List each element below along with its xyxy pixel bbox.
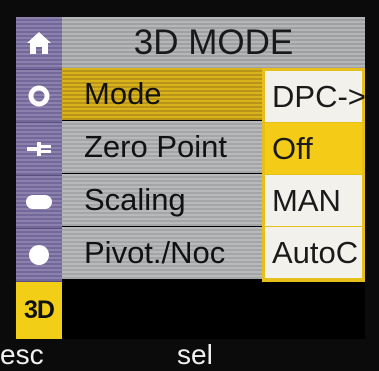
menu-item-scaling[interactable]: Scaling — [62, 174, 262, 226]
dropdown-option-label: AutoC — [272, 234, 359, 270]
sidebar-item-home[interactable] — [16, 17, 62, 69]
softkey-sel[interactable]: sel — [177, 339, 213, 371]
sphere-icon — [26, 242, 52, 268]
dropdown-option-man[interactable]: MAN — [265, 175, 362, 226]
mode-dropdown: DPC-> Off MAN AutoC — [262, 68, 366, 282]
menu-item-label: Pivot./Noc — [84, 235, 226, 270]
device-screen: 3D 3D MODE Mode Zero Point Scaling Pivot… — [16, 17, 366, 339]
sidebar-item-3d[interactable]: 3D — [16, 282, 62, 339]
softkey-esc[interactable]: esc — [0, 339, 44, 371]
dropdown-option-off[interactable]: Off — [265, 123, 362, 174]
sidebar-item-sphere[interactable] — [16, 229, 62, 281]
dropdown-option-autoc[interactable]: AutoC — [265, 227, 362, 278]
circle-icon — [27, 84, 51, 108]
dropdown-option-label: MAN — [272, 182, 341, 218]
softkey-bar: esc sel — [0, 339, 379, 371]
dropdown-option-dpc[interactable]: DPC-> — [265, 71, 366, 122]
oval-icon — [24, 192, 54, 212]
sidebar-item-circle[interactable] — [16, 70, 62, 122]
main-panel: 3D MODE Mode Zero Point Scaling Pivot./N… — [62, 17, 366, 339]
sidebar: 3D — [16, 17, 62, 339]
menu-item-pivot[interactable]: Pivot./Noc — [62, 227, 262, 279]
sidebar-item-oval[interactable] — [16, 176, 62, 228]
menu-item-label: Mode — [84, 76, 162, 111]
menu-item-mode[interactable]: Mode — [62, 68, 262, 120]
menu-item-label: Zero Point — [84, 129, 228, 164]
menu-item-zero-point[interactable]: Zero Point — [62, 121, 262, 173]
page-title: 3D MODE — [62, 17, 365, 68]
sidebar-item-plug[interactable] — [16, 123, 62, 175]
sidebar-label-3d: 3D — [24, 296, 55, 324]
home-icon — [26, 30, 52, 56]
dropdown-option-label: DPC-> — [272, 78, 366, 114]
dropdown-option-label: Off — [272, 130, 313, 166]
device-bezel: 3D 3D MODE Mode Zero Point Scaling Pivot… — [0, 0, 379, 371]
menu-item-label: Scaling — [84, 182, 186, 217]
plug-icon — [25, 139, 53, 159]
